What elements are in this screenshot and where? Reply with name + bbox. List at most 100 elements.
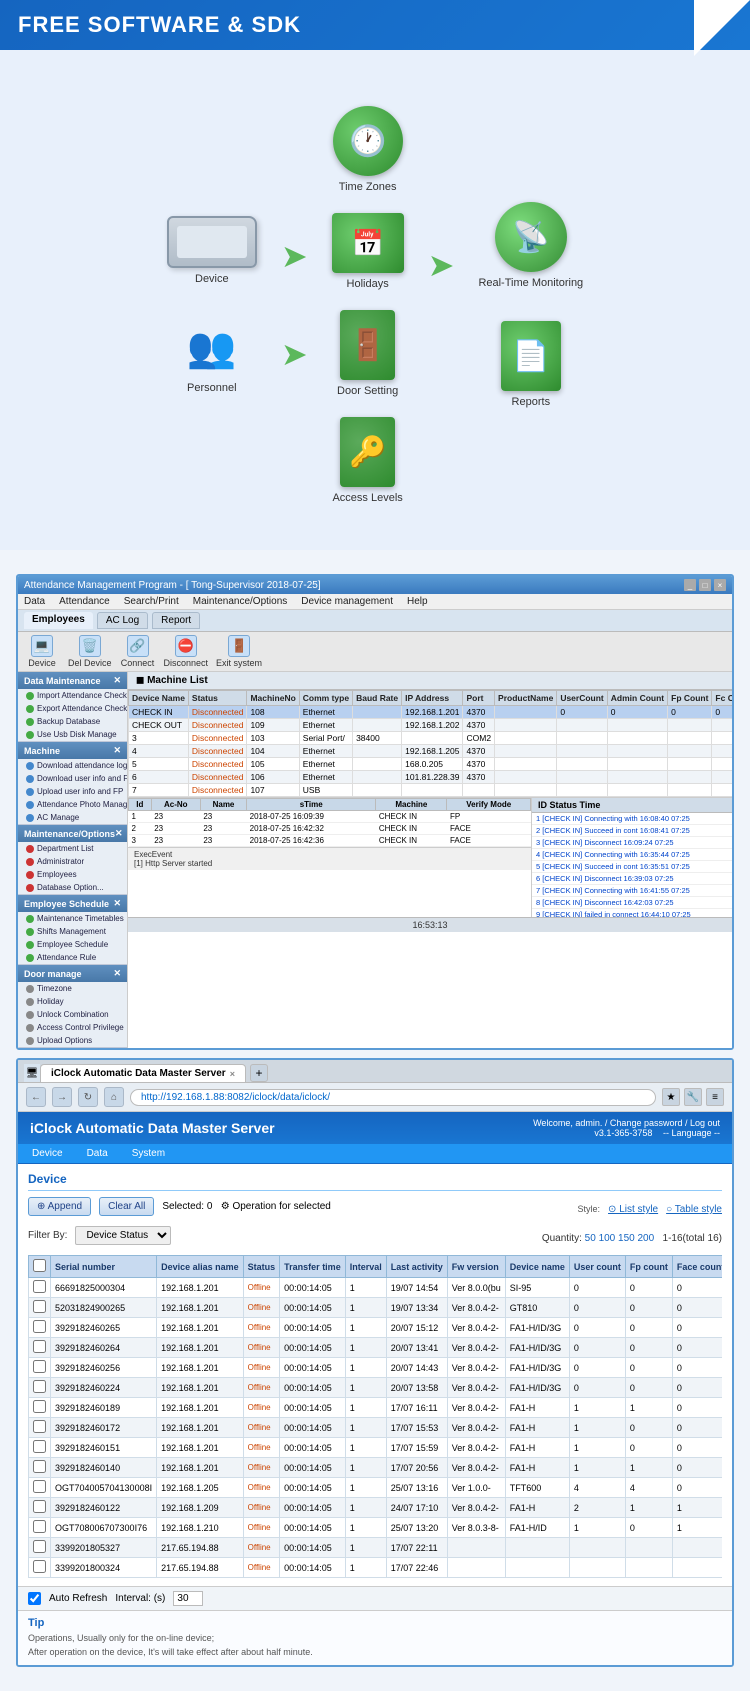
sidebar-upload-opt[interactable]: Upload Options — [18, 1034, 127, 1047]
sidebar-dept[interactable]: Department List — [18, 842, 127, 855]
sidebar-machine-header[interactable]: Machine ✕ — [18, 742, 127, 759]
sidebar-db-option[interactable]: Database Option... — [18, 881, 127, 894]
sidebar-unlock[interactable]: Unlock Combination — [18, 1008, 127, 1021]
sidebar-timezone[interactable]: Timezone — [18, 982, 127, 995]
table-style-btn[interactable]: ○ Table style — [666, 1204, 722, 1215]
device-table-row[interactable]: 3929182460264192.168.1.201Offline00:00:1… — [29, 1338, 723, 1358]
close-btn[interactable]: × — [714, 579, 726, 591]
append-btn[interactable]: ⊕ Append — [28, 1197, 91, 1216]
row-checkbox[interactable] — [33, 1440, 46, 1453]
menu-data[interactable]: Data — [24, 596, 45, 607]
toolbar-connect-btn[interactable]: 🔗 Connect — [120, 635, 156, 668]
row-checkbox[interactable] — [33, 1420, 46, 1433]
event-table-row[interactable]: 323232018-07-25 16:42:36CHECK INFACE — [129, 835, 531, 847]
qty-100[interactable]: 100 — [599, 1233, 616, 1244]
sidebar-access-priv[interactable]: Access Control Privilege — [18, 1021, 127, 1034]
sidebar-ac-manage[interactable]: AC Manage — [18, 811, 127, 824]
device-table-row[interactable]: 3929182460151192.168.1.201Offline00:00:1… — [29, 1438, 723, 1458]
tab-aclog[interactable]: AC Log — [97, 612, 148, 629]
device-table-row[interactable]: 3929182460122192.168.1.209Offline00:00:1… — [29, 1498, 723, 1518]
sidebar-shifts[interactable]: Shifts Management — [18, 925, 127, 938]
qty-200[interactable]: 200 — [638, 1233, 655, 1244]
device-table-row[interactable]: 3929182460265192.168.1.201Offline00:00:1… — [29, 1318, 723, 1338]
menu-searchprint[interactable]: Search/Print — [124, 596, 179, 607]
row-checkbox[interactable] — [33, 1400, 46, 1413]
toolbar-exit-btn[interactable]: 🚪 Exit system — [216, 635, 262, 668]
row-checkbox[interactable] — [33, 1500, 46, 1513]
tab-employees[interactable]: Employees — [24, 612, 93, 629]
device-table-row[interactable]: 3929182460172192.168.1.201Offline00:00:1… — [29, 1418, 723, 1438]
row-checkbox[interactable] — [33, 1320, 46, 1333]
nav-system[interactable]: System — [128, 1147, 169, 1160]
nav-data[interactable]: Data — [83, 1147, 112, 1160]
address-input[interactable] — [130, 1089, 656, 1106]
toolbar-del-device-btn[interactable]: 🗑️ Del Device — [68, 635, 112, 668]
interval-input[interactable] — [173, 1591, 203, 1606]
menu-help[interactable]: Help — [407, 596, 428, 607]
browser-tab-active[interactable]: iClock Automatic Data Master Server × — [40, 1064, 246, 1082]
device-table-row[interactable]: 3399201800324217.65.194.88Offline00:00:1… — [29, 1558, 723, 1578]
language-select[interactable]: -- Language -- — [663, 1128, 720, 1138]
sidebar-employees[interactable]: Employees — [18, 868, 127, 881]
row-checkbox[interactable] — [33, 1300, 46, 1313]
sidebar-export[interactable]: Export Attendance Checking Data — [18, 702, 127, 715]
sidebar-timetables[interactable]: Maintenance Timetables — [18, 912, 127, 925]
toolbar-device-btn[interactable]: 💻 Device — [24, 635, 60, 668]
sidebar-schedule-header[interactable]: Employee Schedule ✕ — [18, 895, 127, 912]
device-table-row[interactable]: OGT708006707300I76192.168.1.210Offline00… — [29, 1518, 723, 1538]
machine-table-row[interactable]: 4Disconnected104Ethernet192.168.1.205437… — [129, 745, 733, 758]
tab-close-btn[interactable]: × — [230, 1069, 235, 1079]
row-checkbox[interactable] — [33, 1460, 46, 1473]
device-table-row[interactable]: 3929182460224192.168.1.201Offline00:00:1… — [29, 1378, 723, 1398]
machine-table-row[interactable]: 5Disconnected105Ethernet168.0.2054370653… — [129, 758, 733, 771]
row-checkbox[interactable] — [33, 1480, 46, 1493]
sidebar-download-att[interactable]: Download attendance logs — [18, 759, 127, 772]
sidebar-att-photo[interactable]: Attendance Photo Management — [18, 798, 127, 811]
list-style-btn[interactable]: ⊙ List style — [608, 1204, 658, 1215]
device-table-row[interactable]: OGT704005704130008I192.168.1.205Offline0… — [29, 1478, 723, 1498]
minimize-btn[interactable]: _ — [684, 579, 696, 591]
back-btn[interactable]: ← — [26, 1087, 46, 1107]
filter-select[interactable]: Device Status — [75, 1226, 171, 1245]
sidebar-door-header[interactable]: Door manage ✕ — [18, 965, 127, 982]
machine-table-row[interactable]: 3Disconnected103Serial Port/38400COM2 — [129, 732, 733, 745]
sidebar-att-rule[interactable]: Attendance Rule — [18, 951, 127, 964]
sidebar-admin[interactable]: Administrator — [18, 855, 127, 868]
row-checkbox[interactable] — [33, 1520, 46, 1533]
refresh-btn[interactable]: ↻ — [78, 1087, 98, 1107]
tools-icon[interactable]: 🔧 — [684, 1088, 702, 1106]
sidebar-import[interactable]: Import Attendance Checking Data — [18, 689, 127, 702]
menu-maintenance[interactable]: Maintenance/Options — [193, 596, 288, 607]
device-table-row[interactable]: 3929182460189192.168.1.201Offline00:00:1… — [29, 1398, 723, 1418]
toolbar-disconnect-btn[interactable]: ⛔ Disconnect — [164, 635, 209, 668]
new-tab-btn[interactable]: + — [250, 1064, 268, 1082]
device-table-row[interactable]: 3399201805327217.65.194.88Offline00:00:1… — [29, 1538, 723, 1558]
row-checkbox[interactable] — [33, 1280, 46, 1293]
nav-device[interactable]: Device — [28, 1147, 67, 1160]
sidebar-backup[interactable]: Backup Database — [18, 715, 127, 728]
sidebar-usb[interactable]: Use Usb Disk Manage — [18, 728, 127, 741]
menu-attendance[interactable]: Attendance — [59, 596, 110, 607]
event-table-row[interactable]: 123232018-07-25 16:09:39CHECK INFP — [129, 811, 531, 823]
machine-table-row[interactable]: 6Disconnected106Ethernet101.81.228.39437… — [129, 771, 733, 784]
row-checkbox[interactable] — [33, 1360, 46, 1373]
star-icon[interactable]: ★ — [662, 1088, 680, 1106]
forward-btn[interactable]: → — [52, 1087, 72, 1107]
machine-table-row[interactable]: CHECK OUTDisconnected109Ethernet192.168.… — [129, 719, 733, 732]
sidebar-upload-user[interactable]: Upload user info and FP — [18, 785, 127, 798]
device-table-row[interactable]: 52031824900265192.168.1.201Offline00:00:… — [29, 1298, 723, 1318]
machine-table-row[interactable]: CHECK INDisconnected108Ethernet192.168.1… — [129, 706, 733, 719]
home-btn[interactable]: ⌂ — [104, 1087, 124, 1107]
row-checkbox[interactable] — [33, 1560, 46, 1573]
row-checkbox[interactable] — [33, 1380, 46, 1393]
sidebar-download-user[interactable]: Download user info and Fp — [18, 772, 127, 785]
sidebar-emp-schedule[interactable]: Employee Schedule — [18, 938, 127, 951]
device-table-row[interactable]: 3929182460140192.168.1.201Offline00:00:1… — [29, 1458, 723, 1478]
sidebar-maint-header[interactable]: Maintenance/Options ✕ — [18, 825, 127, 842]
sidebar-holiday[interactable]: Holiday — [18, 995, 127, 1008]
menu-device-mgmt[interactable]: Device management — [301, 596, 393, 607]
event-table-row[interactable]: 223232018-07-25 16:42:32CHECK INFACE — [129, 823, 531, 835]
row-checkbox[interactable] — [33, 1340, 46, 1353]
device-table-row[interactable]: 3929182460256192.168.1.201Offline00:00:1… — [29, 1358, 723, 1378]
machine-table-row[interactable]: 7Disconnected107USB3204 — [129, 784, 733, 797]
